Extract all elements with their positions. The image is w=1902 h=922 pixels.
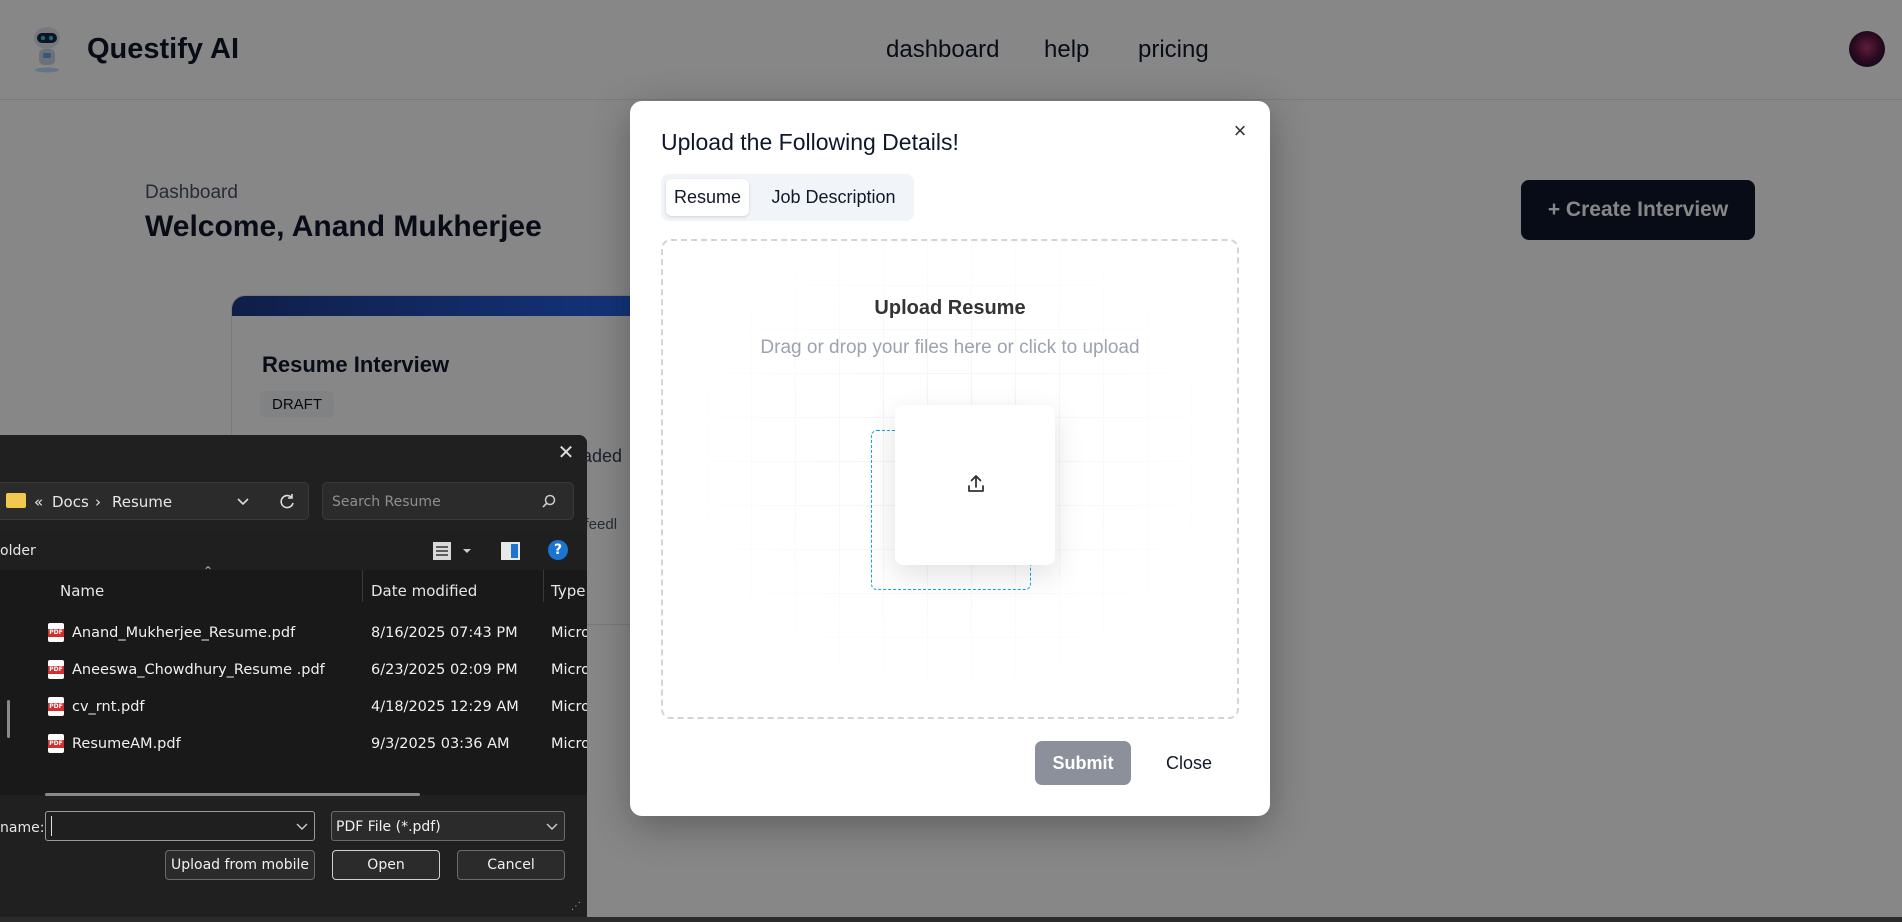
column-divider[interactable] — [543, 570, 544, 602]
file-type: Micro — [551, 736, 587, 752]
submit-button[interactable]: Submit — [1035, 741, 1131, 785]
nav-pane-scrollbar[interactable] — [7, 700, 10, 738]
upload-modal: Upload the Following Details! × Resume J… — [630, 101, 1270, 816]
folder-icon — [6, 493, 26, 508]
view-dropdown-icon[interactable] — [462, 548, 472, 554]
filename-input[interactable] — [45, 811, 315, 841]
refresh-icon[interactable] — [278, 493, 296, 511]
view-options-icon[interactable] — [432, 540, 454, 562]
pdf-file-icon: PDF — [48, 623, 64, 642]
dialog-search-input[interactable]: Search Resume — [322, 482, 574, 520]
preview-pane-icon[interactable] — [500, 540, 522, 562]
cancel-button[interactable]: Cancel — [457, 850, 565, 880]
column-header-date[interactable]: Date modified — [371, 582, 477, 600]
chevron-down-icon[interactable] — [236, 497, 250, 507]
new-folder-button[interactable]: older — [0, 543, 36, 559]
sort-ascending-icon: ⌃ — [203, 564, 214, 578]
file-type: Micro — [551, 699, 587, 715]
file-row[interactable]: PDF ResumeAM.pdf 9/3/2025 03:36 AM Micro — [0, 727, 587, 762]
file-date: 8/16/2025 07:43 PM — [371, 625, 518, 641]
resume-dropzone[interactable]: Upload Resume Drag or drop your files he… — [661, 239, 1239, 719]
address-overflow-chevron[interactable]: « — [34, 493, 43, 511]
file-name: Anand_Mukherjee_Resume.pdf — [72, 625, 296, 641]
file-list: ⌃ Name Date modified Type PDF Anand_Mukh… — [0, 564, 587, 795]
search-icon — [542, 494, 556, 508]
file-type: Micro — [551, 662, 587, 678]
pdf-file-icon: PDF — [48, 660, 64, 679]
column-divider[interactable] — [362, 570, 363, 602]
file-name: cv_rnt.pdf — [72, 699, 145, 715]
taskbar-edge — [0, 917, 1902, 922]
dropzone-title: Upload Resume — [874, 297, 1026, 319]
chevron-down-icon[interactable] — [546, 823, 558, 831]
dialog-footer: name: PDF File (*.pdf) Upload from mobil… — [0, 805, 587, 917]
resize-grip-icon[interactable]: ⋰ — [571, 901, 581, 912]
filename-label: name: — [0, 820, 45, 836]
tab-job-description[interactable]: Job Description — [762, 179, 905, 216]
file-date: 4/18/2025 12:29 AM — [371, 699, 519, 715]
dialog-close-icon[interactable]: ✕ — [555, 441, 577, 463]
tab-resume[interactable]: Resume — [666, 179, 749, 216]
dropzone-subtitle: Drag or drop your files here or click to… — [760, 337, 1140, 358]
horizontal-scrollbar[interactable] — [45, 793, 420, 796]
modal-title: Upload the Following Details! — [661, 129, 959, 155]
help-icon[interactable]: ? — [548, 540, 568, 560]
file-open-dialog: ✕ « Docs › Resume Search Resume older ? … — [0, 435, 587, 917]
dialog-toolbar: older ? — [0, 532, 587, 570]
file-date: 9/3/2025 03:36 AM — [371, 736, 510, 752]
tab-list: Resume Job Description — [661, 174, 914, 221]
close-icon[interactable]: × — [1228, 119, 1252, 143]
chevron-down-icon[interactable] — [296, 823, 308, 831]
file-date: 6/23/2025 02:09 PM — [371, 662, 518, 678]
file-name: Aneeswa_Chowdhury_Resume .pdf — [72, 662, 325, 678]
file-type-value: PDF File (*.pdf) — [336, 819, 441, 835]
upload-icon — [968, 475, 984, 492]
close-button[interactable]: Close — [1159, 741, 1219, 785]
address-separator: › — [95, 493, 101, 511]
pdf-file-icon: PDF — [48, 734, 64, 753]
text-caret — [51, 816, 52, 836]
file-name: ResumeAM.pdf — [72, 736, 181, 752]
pdf-file-icon: PDF — [48, 697, 64, 716]
file-type: Micro — [551, 625, 587, 641]
file-row[interactable]: PDF Aneeswa_Chowdhury_Resume .pdf 6/23/2… — [0, 653, 587, 688]
file-row[interactable]: PDF cv_rnt.pdf 4/18/2025 12:29 AM Micro — [0, 690, 587, 725]
dialog-titlebar[interactable]: ✕ — [0, 435, 587, 472]
open-button[interactable]: Open — [332, 850, 440, 880]
file-row[interactable]: PDF Anand_Mukherjee_Resume.pdf 8/16/2025… — [0, 616, 587, 651]
address-segment-docs[interactable]: Docs — [52, 493, 89, 511]
search-placeholder: Search Resume — [332, 494, 441, 510]
upload-card[interactable] — [895, 405, 1055, 565]
upload-from-mobile-button[interactable]: Upload from mobile — [165, 850, 315, 880]
address-segment-resume[interactable]: Resume — [112, 493, 172, 511]
address-bar[interactable]: « Docs › Resume — [0, 482, 309, 520]
file-type-select[interactable]: PDF File (*.pdf) — [331, 811, 565, 841]
column-header-name[interactable]: Name — [60, 582, 104, 600]
column-header-type[interactable]: Type — [551, 582, 585, 600]
